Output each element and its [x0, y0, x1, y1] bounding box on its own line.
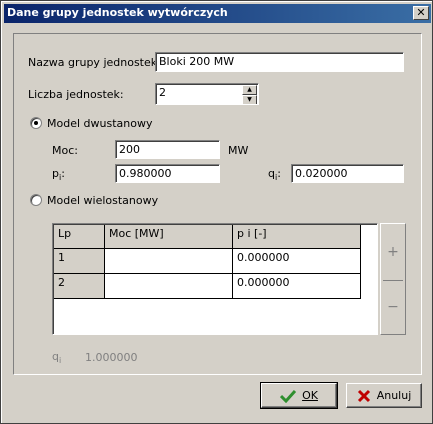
group-name-input[interactable]: Bloki 200 MW — [155, 52, 404, 72]
title-bar[interactable]: Dane grupy jednostek wytwórczych ✕ — [4, 4, 431, 23]
table-row-1-power[interactable] — [105, 249, 233, 274]
cancel-button[interactable]: Anuluj — [346, 383, 422, 408]
q-summary-value: 1.000000 — [85, 351, 138, 364]
multi-state-model-label: Model wielostanowy — [47, 194, 159, 207]
add-row-button[interactable]: + — [381, 244, 405, 260]
remove-row-button[interactable]: − — [381, 299, 405, 315]
close-icon: ✕ — [416, 6, 426, 19]
power-label: Moc: — [52, 144, 78, 157]
spin-down-button[interactable]: ▼ — [242, 95, 257, 104]
p-colon: : — [61, 167, 65, 180]
p-label: pi: — [52, 167, 65, 182]
table-header-lp: Lp — [54, 225, 105, 249]
table-row-2-lp: 2 — [54, 274, 105, 299]
close-button[interactable]: ✕ — [413, 6, 429, 20]
unit-count-spinner[interactable]: 2 ▲ ▼ — [155, 83, 259, 105]
q-letter: q — [268, 167, 275, 180]
radio-two-state-model[interactable] — [30, 117, 42, 129]
two-state-model-label: Model dwustanowy — [47, 117, 153, 130]
group-name-label: Nazwa grupy jednostek : — [28, 56, 165, 69]
q-label: qi: — [268, 167, 281, 182]
q-summary-letter: q — [52, 350, 59, 363]
p-input[interactable]: 0.980000 — [115, 164, 220, 183]
spinner-buttons: ▲ ▼ — [242, 85, 257, 104]
toolbar-divider — [383, 280, 403, 281]
q-colon: : — [277, 167, 281, 180]
ok-button-label: OK — [302, 389, 318, 402]
window-title: Dane grupy jednostek wytwórczych — [7, 6, 228, 19]
table-row-1-p[interactable]: 0.000000 — [233, 249, 361, 274]
q-summary-subscript: i — [58, 356, 62, 366]
spin-up-button[interactable]: ▲ — [242, 85, 257, 95]
table-row-2-power[interactable] — [105, 274, 233, 299]
cross-icon — [357, 389, 370, 402]
dialog-window: Dane grupy jednostek wytwórczych ✕ Nazwa… — [0, 0, 433, 424]
table-header-power: Moc [MW] — [105, 225, 233, 249]
power-input[interactable]: 200 — [115, 140, 220, 159]
p-letter: p — [52, 167, 59, 180]
table-header-p: p i [-] — [233, 225, 361, 249]
q-input[interactable]: 0.020000 — [291, 164, 404, 183]
cancel-button-label: Anuluj — [376, 389, 412, 402]
ok-button[interactable]: OK — [260, 382, 338, 409]
checkmark-icon — [280, 389, 297, 403]
states-table[interactable]: Lp Moc [MW] p i [-] 1 0.000000 2 0.00000… — [52, 223, 378, 335]
power-unit: MW — [228, 144, 249, 157]
table-row-2-p[interactable]: 0.000000 — [233, 274, 361, 299]
table-row-1-lp: 1 — [54, 249, 105, 274]
q-summary-label: qi — [52, 350, 61, 365]
table-side-toolbar: + − — [380, 223, 406, 335]
unit-count-value: 2 — [159, 86, 166, 99]
radio-multi-state-model[interactable] — [30, 194, 42, 206]
unit-count-label: Liczba jednostek: — [28, 88, 124, 101]
